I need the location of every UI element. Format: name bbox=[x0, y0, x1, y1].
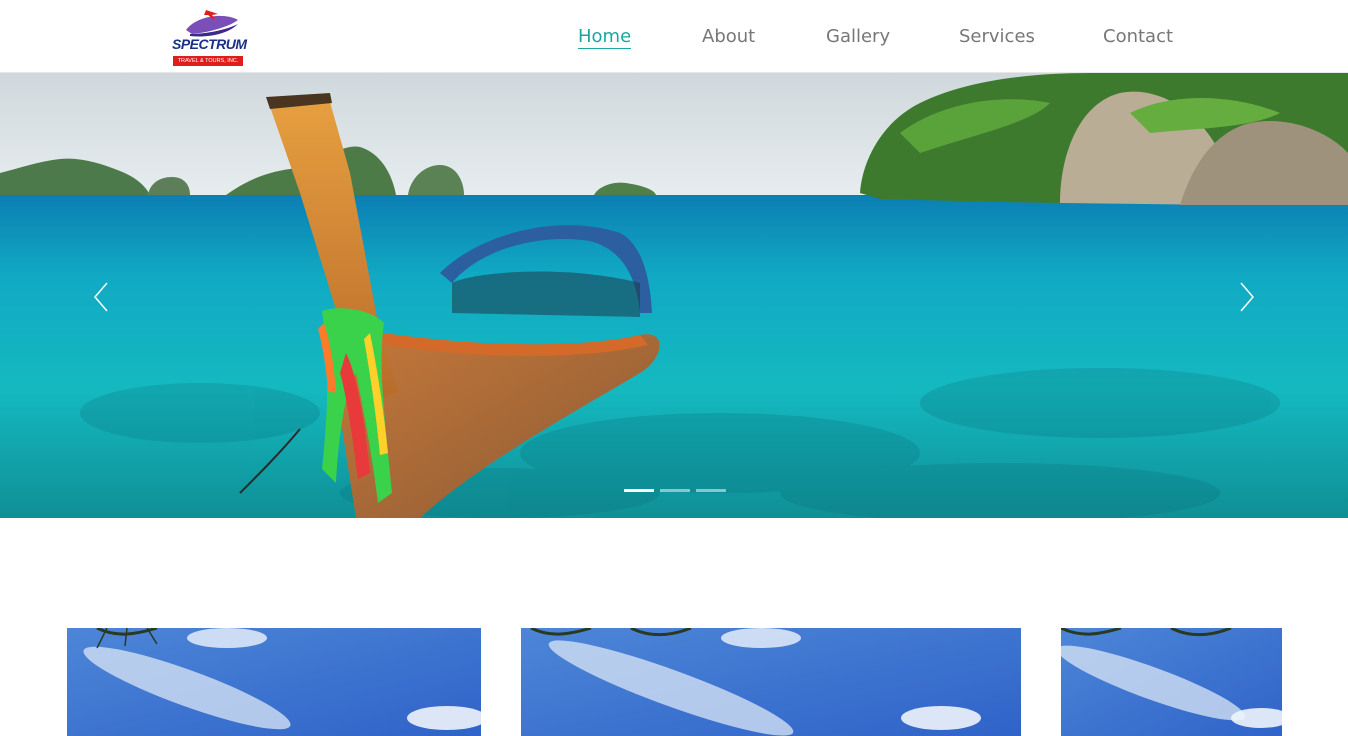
nav-services[interactable]: Services bbox=[959, 26, 1035, 47]
chevron-right-icon[interactable] bbox=[1237, 281, 1257, 313]
nav-about[interactable]: About bbox=[702, 26, 755, 47]
nav-gallery[interactable]: Gallery bbox=[826, 26, 890, 47]
feature-card[interactable] bbox=[1061, 628, 1282, 736]
feature-card[interactable] bbox=[521, 628, 1021, 736]
carousel-indicator-2[interactable] bbox=[660, 489, 690, 492]
feature-card[interactable] bbox=[67, 628, 481, 736]
nav-home[interactable]: Home bbox=[578, 26, 632, 49]
card-image bbox=[1061, 628, 1282, 736]
brand-tagline: TRAVEL & TOURS, INC. bbox=[173, 56, 243, 66]
card-image bbox=[521, 628, 1021, 736]
nav-contact[interactable]: Contact bbox=[1103, 26, 1173, 47]
carousel-indicators bbox=[624, 489, 734, 493]
hero-image bbox=[0, 73, 1348, 518]
hero-carousel bbox=[0, 73, 1348, 518]
carousel-indicator-1[interactable] bbox=[624, 489, 654, 492]
chevron-left-icon[interactable] bbox=[91, 281, 111, 313]
feature-cards bbox=[0, 628, 1348, 736]
main-nav: Home About Gallery Services Contact bbox=[0, 26, 1348, 56]
carousel-indicator-3[interactable] bbox=[696, 489, 726, 492]
site-header: SPECTRUM TRAVEL & TOURS, INC. Home About… bbox=[0, 0, 1348, 73]
card-image bbox=[67, 628, 481, 736]
